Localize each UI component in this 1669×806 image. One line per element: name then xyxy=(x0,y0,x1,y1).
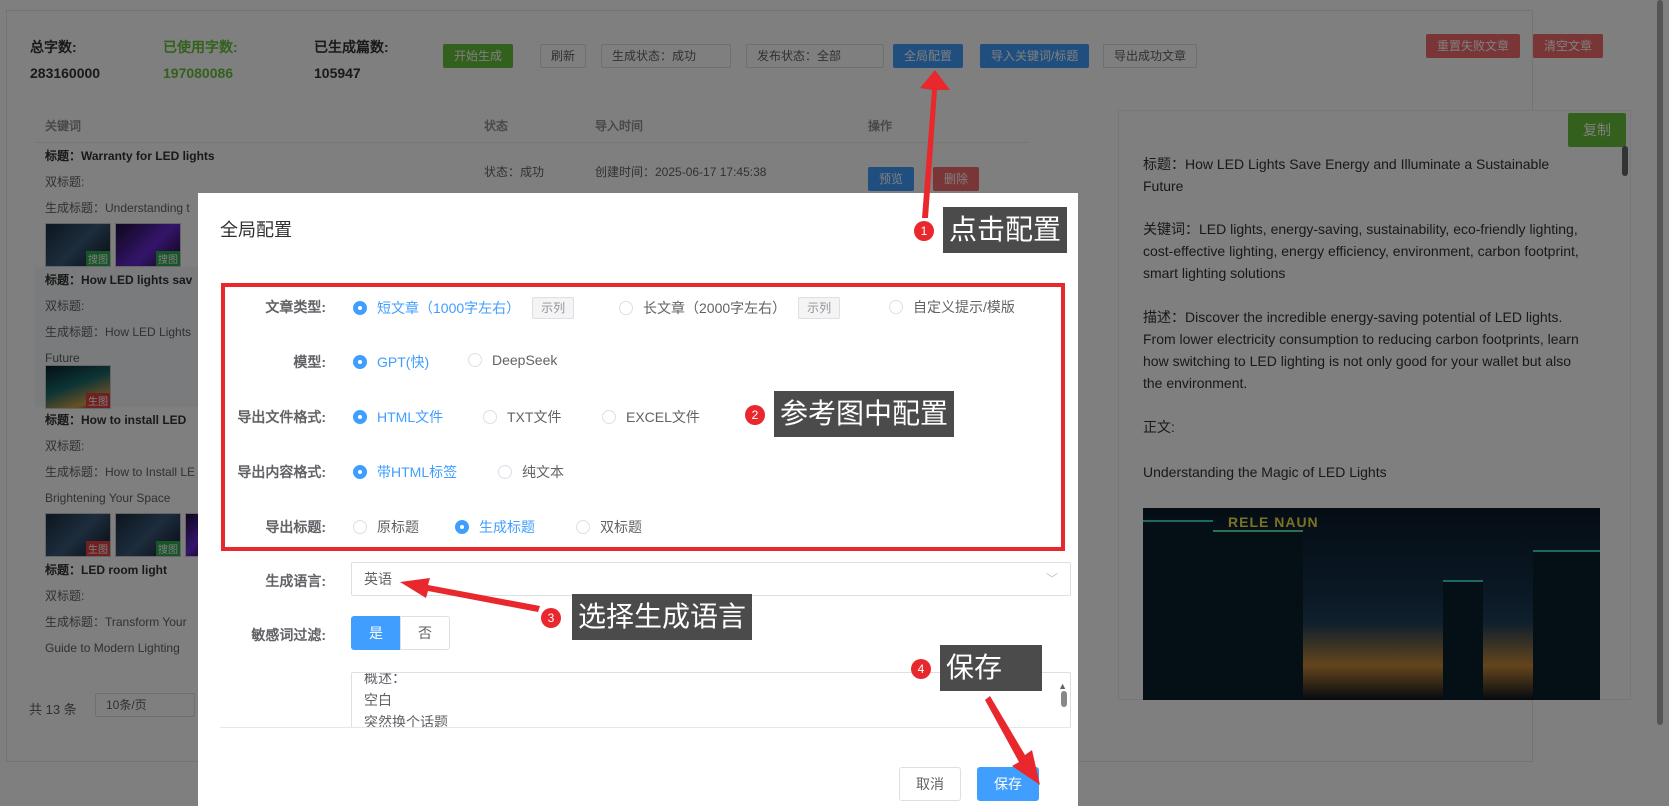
form-label: 生成语言: xyxy=(265,573,326,589)
annotation-callout: 选择生成语言 xyxy=(572,594,753,640)
prompt-line: 突然换个话题 xyxy=(364,714,448,728)
chevron-down-icon: ﹀ xyxy=(1045,572,1058,586)
annotation-callout: 点击配置 xyxy=(943,207,1068,253)
filter-yes-button[interactable]: 是 xyxy=(351,616,401,650)
language-select[interactable]: 英语 ﹀ xyxy=(351,562,1071,596)
cancel-button[interactable]: 取消 xyxy=(899,767,961,801)
annotation-number: 1 xyxy=(914,221,934,241)
filter-no-button[interactable]: 否 xyxy=(400,616,450,650)
divider xyxy=(220,727,1071,728)
annotation-number: 2 xyxy=(745,405,765,425)
prompt-line: 空白 xyxy=(364,692,392,708)
save-button[interactable]: 保存 xyxy=(977,767,1039,801)
annotation-number: 3 xyxy=(541,608,561,628)
form-label: 敏感词过滤: xyxy=(251,627,326,643)
language-value: 英语 xyxy=(364,571,392,587)
textarea-scrollbar[interactable] xyxy=(1061,691,1067,707)
global-config-dialog: 全局配置 ✕ 文章类型: 短文章（1000字左右）示列 长文章（2000字左右）… xyxy=(198,193,1078,806)
annotation-callout: 保存 xyxy=(940,645,1042,691)
annotation-number: 4 xyxy=(911,659,931,679)
annotation-callout: 参考图中配置 xyxy=(774,391,955,437)
dialog-title: 全局配置 xyxy=(220,220,292,240)
